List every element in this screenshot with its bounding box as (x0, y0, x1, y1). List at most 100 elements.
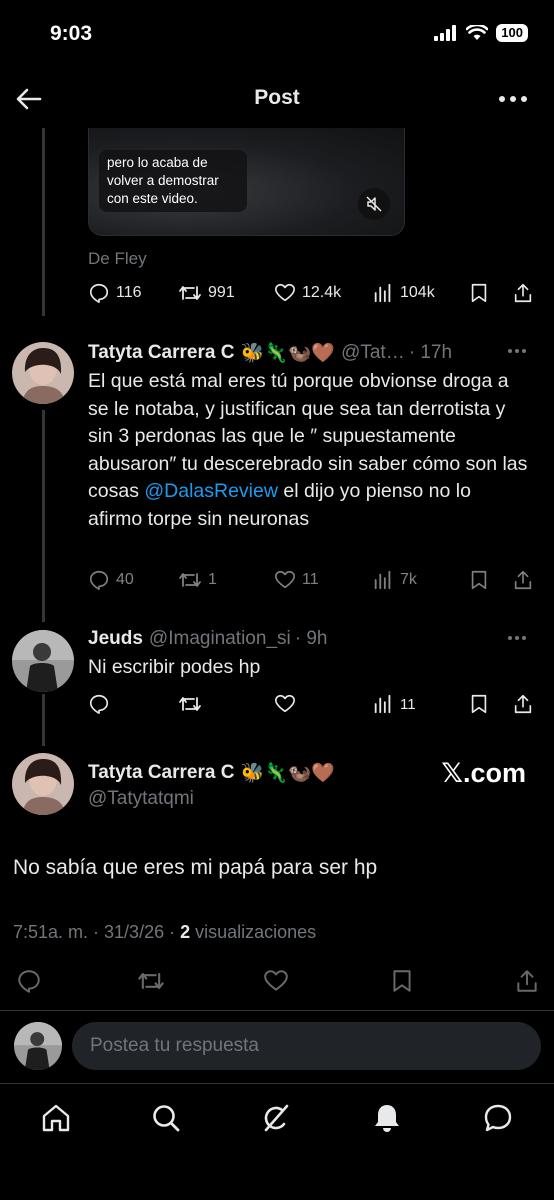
like-button[interactable]: 12.4k (274, 282, 372, 304)
current-user-avatar[interactable] (14, 1022, 62, 1070)
home-icon (42, 1104, 70, 1132)
reply-button[interactable]: 116 (88, 282, 178, 304)
thread-line (42, 410, 45, 622)
repost-button[interactable]: 1 (178, 569, 274, 591)
mute-button[interactable] (358, 188, 390, 220)
heart-icon (275, 570, 295, 589)
username[interactable]: @Tat… (341, 342, 405, 364)
timestamp[interactable]: · 17h (409, 342, 452, 364)
nav-notifications[interactable] (371, 1102, 403, 1134)
bookmark-icon (471, 694, 487, 714)
wifi-icon (466, 25, 489, 40)
name-emojis: 🐝🦎🦦🤎 (240, 763, 336, 784)
share-icon (514, 694, 532, 714)
display-name[interactable]: Jeuds (88, 628, 143, 650)
display-name[interactable]: Tatyta Carrera C (88, 342, 234, 364)
grok-icon (264, 1104, 289, 1132)
heart-icon (264, 970, 288, 991)
tweet-more-button[interactable] (506, 341, 528, 366)
bookmark-icon (471, 283, 487, 303)
nav-home[interactable] (40, 1102, 72, 1134)
bookmark-icon (471, 570, 487, 590)
bookmark-button[interactable] (389, 968, 415, 999)
battery-indicator: 100 (496, 24, 528, 42)
views-count: 2 (180, 922, 191, 942)
more-icon (499, 96, 527, 102)
back-button[interactable] (14, 84, 44, 114)
nav-search[interactable] (150, 1102, 182, 1134)
views-button[interactable]: 104k (372, 282, 468, 304)
bookmark-button[interactable] (468, 569, 512, 591)
more-options-button[interactable] (496, 84, 530, 114)
view-count: 11 (400, 695, 416, 713)
username[interactable]: @Imagination_si (149, 628, 291, 650)
view-count: 7k (400, 571, 417, 588)
avatar[interactable] (12, 753, 74, 815)
share-button[interactable] (512, 282, 534, 304)
page-title: Post (254, 86, 300, 109)
reply-icon (18, 970, 40, 993)
reply-button[interactable]: 40 (88, 569, 178, 591)
avatar[interactable] (12, 630, 74, 692)
repost-icon (138, 972, 164, 990)
nav-messages[interactable] (482, 1102, 514, 1134)
display-name[interactable]: Tatyta Carrera C (88, 762, 234, 784)
reply-button[interactable] (88, 693, 178, 715)
video-player[interactable]: pero lo acaba de volver a demostrar con … (88, 128, 405, 236)
reply-count: 40 (116, 571, 134, 588)
tweet-actions: 116 991 12.4k 104k (88, 282, 540, 304)
tweet-header: Tatyta Carrera C 🐝🦎🦦🤎 @Tat… · 17h (88, 341, 528, 365)
analytics-icon (374, 283, 391, 303)
repost-icon (179, 697, 201, 711)
repost-button[interactable] (137, 968, 165, 999)
views-button[interactable]: 11 (372, 693, 468, 715)
tweet-more-button[interactable] (506, 628, 528, 653)
reply-input[interactable]: Postea tu respuesta (72, 1022, 541, 1070)
share-icon (514, 570, 532, 590)
status-time: 9:03 (50, 22, 93, 45)
like-count: 12.4k (302, 284, 342, 301)
share-button[interactable] (512, 569, 534, 591)
views-button[interactable]: 7k (372, 569, 468, 591)
repost-count: 991 (208, 284, 235, 301)
speaker-muted-icon (366, 196, 382, 212)
tweet-actions: 40 1 11 7k (88, 569, 540, 591)
reply-icon (89, 283, 109, 303)
username[interactable]: @Tatytatqmi (88, 788, 194, 810)
share-button[interactable] (514, 968, 540, 999)
mention-link[interactable]: @DalasReview (144, 480, 278, 502)
tweet-header: Jeuds @Imagination_si · 9h (88, 628, 528, 650)
more-icon (508, 636, 526, 640)
signal-icon (434, 25, 457, 41)
timestamp[interactable]: · 9h (295, 628, 328, 650)
bookmark-button[interactable] (468, 282, 512, 304)
like-button[interactable] (274, 693, 372, 715)
nav-grok[interactable] (260, 1102, 292, 1134)
status-icons: 100 (434, 24, 528, 42)
arrow-left-icon (16, 88, 42, 110)
divider (0, 1010, 554, 1011)
repost-button[interactable]: 991 (178, 282, 274, 304)
messages-icon (484, 1104, 512, 1132)
view-count: 104k (400, 284, 435, 301)
like-button[interactable] (263, 968, 289, 999)
reply-icon (89, 570, 109, 590)
post-meta: 7:51a. m. · 31/3/26 · 2 visualizaciones (13, 922, 316, 943)
search-icon (153, 1105, 180, 1132)
bookmark-button[interactable] (468, 693, 512, 715)
repost-icon (179, 286, 201, 300)
tweet-text: Ni escribir podes hp (88, 656, 261, 678)
avatar[interactable] (12, 342, 74, 404)
reply-count: 116 (116, 284, 142, 301)
video-caption: pero lo acaba de volver a demostrar con … (99, 150, 247, 212)
thread-line (42, 128, 45, 316)
like-count: 11 (302, 571, 319, 588)
reply-button[interactable] (16, 968, 42, 999)
heart-icon (275, 694, 295, 713)
like-button[interactable]: 11 (274, 569, 372, 591)
bottom-navigation (0, 1083, 554, 1200)
bookmark-icon (393, 970, 411, 992)
video-source-attribution[interactable]: De Fley (88, 249, 147, 269)
repost-button[interactable] (178, 693, 274, 715)
share-button[interactable] (512, 693, 534, 715)
